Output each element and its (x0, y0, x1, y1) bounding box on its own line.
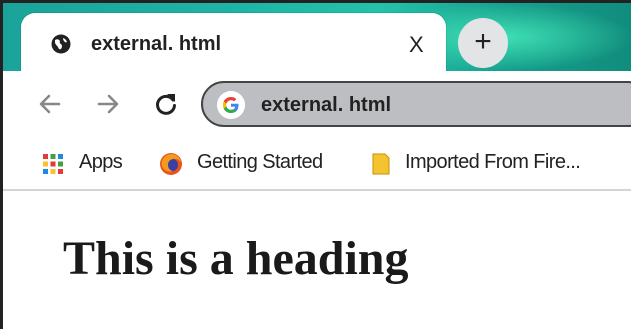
tab-close-button[interactable]: X (409, 32, 424, 58)
reload-icon[interactable] (153, 91, 179, 117)
browser-window: external. html X + external. html Apps G… (0, 0, 631, 329)
address-bar[interactable]: external. html (201, 81, 631, 127)
bookmark-imported-label: Imported From Fire... (405, 151, 581, 173)
firefox-icon (160, 153, 182, 175)
arrow-left-icon[interactable] (37, 91, 63, 117)
new-tab-button[interactable]: + (458, 18, 508, 68)
tab-title: external. html (91, 33, 222, 55)
tab-strip: external. html X + (3, 3, 631, 73)
bookmark-getting-started[interactable]: Getting Started (159, 151, 349, 177)
bookmark-getting-started-label: Getting Started (197, 151, 323, 173)
tab-external-html[interactable]: external. html X (21, 13, 446, 73)
google-icon (217, 91, 245, 119)
bookmark-apps-label: Apps (79, 151, 123, 173)
bookmark-apps[interactable]: Apps (41, 151, 141, 177)
globe-icon (51, 34, 71, 54)
folder-icon (372, 153, 390, 175)
apps-grid-icon (43, 154, 63, 174)
arrow-right-icon[interactable] (95, 91, 121, 117)
tab-strip-glow (414, 3, 631, 71)
bookmark-imported-folder[interactable]: Imported From Fire... (369, 151, 609, 177)
page-content: This is a heading (3, 191, 631, 329)
address-text: external. html (261, 94, 392, 116)
page-heading: This is a heading (63, 232, 409, 285)
toolbar: external. html (3, 71, 631, 137)
bookmarks-bar: Apps Getting Started Imported From Fire.… (3, 137, 631, 191)
